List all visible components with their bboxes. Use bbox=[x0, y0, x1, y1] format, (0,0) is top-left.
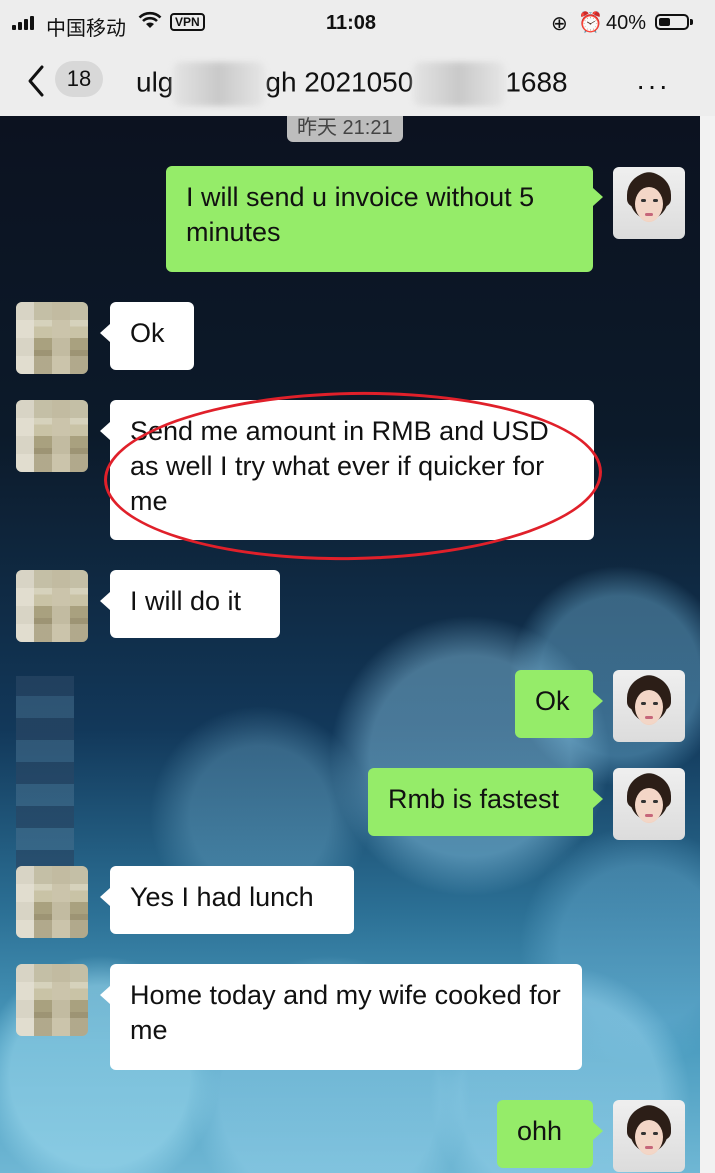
incoming-message[interactable]: I will do it bbox=[100, 570, 280, 638]
outgoing-message[interactable]: ohh bbox=[497, 1100, 603, 1168]
incoming-message[interactable]: Yes I had lunch bbox=[100, 866, 354, 934]
chat-header: 18 ulg gh 2021050 1688 ··· bbox=[0, 48, 715, 116]
redaction-blur bbox=[413, 62, 506, 106]
more-options-button[interactable]: ··· bbox=[636, 70, 670, 102]
carrier-name: 中国移动 bbox=[46, 18, 126, 40]
wechat-chat-screen: 中国移动 VPN 11:08 ⊕ ⏰ 40% 18 ulg gh 2021050 1… bbox=[0, 0, 715, 1173]
battery-icon bbox=[655, 14, 693, 30]
contact-avatar[interactable] bbox=[16, 302, 88, 374]
chat-title: ulg gh 2021050 1688 bbox=[136, 62, 568, 106]
battery-percent: 40% bbox=[606, 12, 647, 34]
top-bar: 中国移动 VPN 11:08 ⊕ ⏰ 40% 18 ulg gh 2021050 1… bbox=[0, 0, 715, 116]
vpn-badge: VPN bbox=[170, 13, 205, 31]
back-chevron-icon[interactable] bbox=[22, 61, 52, 101]
contact-avatar[interactable] bbox=[16, 866, 88, 938]
outgoing-message[interactable]: I will send u invoice without 5 minutes bbox=[166, 166, 603, 272]
rotation-lock-icon: ⊕ bbox=[551, 13, 568, 35]
contact-avatar[interactable] bbox=[16, 570, 88, 642]
my-avatar[interactable] bbox=[613, 1100, 685, 1172]
contact-avatar[interactable] bbox=[16, 964, 88, 1036]
outgoing-message[interactable]: Ok bbox=[515, 670, 603, 738]
chat-message-area[interactable]: 昨天 21:21 I will send u invoice without 5… bbox=[0, 116, 700, 1173]
wifi-icon bbox=[138, 11, 162, 28]
my-avatar[interactable] bbox=[613, 167, 685, 239]
incoming-message[interactable]: Ok bbox=[100, 302, 194, 370]
my-avatar[interactable] bbox=[613, 768, 685, 840]
signal-icon bbox=[12, 16, 36, 30]
screenshot-border bbox=[700, 116, 715, 1173]
redaction-blur bbox=[173, 62, 266, 106]
status-time: 11:08 bbox=[326, 12, 377, 34]
outgoing-message[interactable]: Rmb is fastest bbox=[368, 768, 603, 836]
contact-avatar[interactable] bbox=[16, 400, 88, 472]
incoming-message[interactable]: Send me amount in RMB and USD as well I … bbox=[100, 400, 594, 540]
alarm-icon: ⏰ bbox=[578, 12, 603, 34]
incoming-message[interactable]: Home today and my wife cooked for me bbox=[100, 964, 582, 1070]
my-avatar[interactable] bbox=[613, 670, 685, 742]
status-bar: 中国移动 VPN 11:08 ⊕ ⏰ 40% bbox=[0, 0, 715, 48]
unread-count-badge[interactable]: 18 bbox=[55, 61, 103, 97]
message-timestamp: 昨天 21:21 bbox=[287, 116, 403, 142]
